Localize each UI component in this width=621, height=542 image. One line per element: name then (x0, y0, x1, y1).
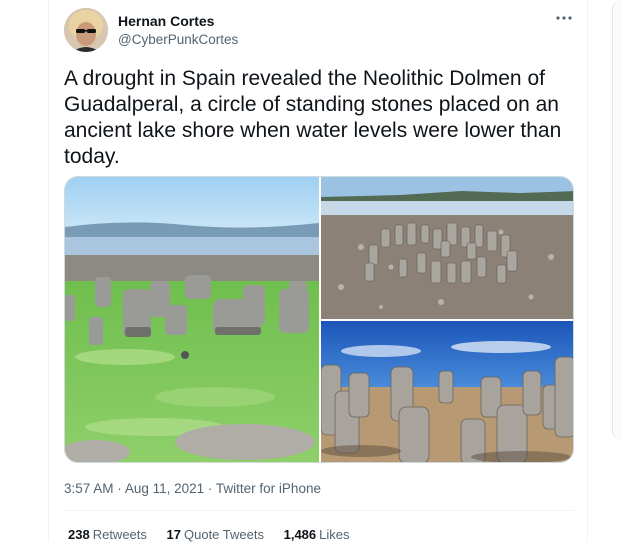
likes-count: 1,486 (283, 527, 317, 542)
quote-tweets-count: 17 (166, 527, 181, 542)
media-photo-stone-circle-aerial[interactable] (321, 177, 573, 319)
more-options-button[interactable] (554, 8, 574, 28)
timeline-right-border (587, 0, 588, 542)
meta-separator: · (207, 481, 213, 496)
media-photo-stones-closeup[interactable] (321, 321, 573, 462)
likes-stat[interactable]: 1,486 Likes (284, 527, 350, 542)
more-horizontal-icon (556, 16, 572, 20)
retweets-count: 238 (68, 527, 90, 542)
avatar[interactable] (64, 8, 108, 52)
tweet-page: Hernan Cortes @CyberPunkCortes A drought… (0, 0, 621, 542)
tweet-metadata: 3:57 AM · Aug 11, 2021 · Twitter for iPh… (64, 481, 321, 496)
tweet-header: Hernan Cortes @CyberPunkCortes (64, 8, 574, 52)
meta-separator: · (117, 481, 122, 496)
media-photo-lake-stones[interactable] (65, 177, 319, 462)
likes-label: Likes (319, 527, 350, 542)
sidebar-card-edge (612, 0, 621, 440)
tweet-time[interactable]: 3:57 AM (64, 481, 114, 496)
divider (64, 510, 574, 511)
author-name[interactable]: Hernan Cortes (118, 13, 214, 29)
tweet-text: A drought in Spain revealed the Neolithi… (64, 67, 562, 168)
author-handle[interactable]: @CyberPunkCortes (118, 32, 238, 47)
tweet-date[interactable]: Aug 11, 2021 (125, 481, 204, 496)
quote-tweets-label: Quote Tweets (184, 527, 264, 542)
retweets-label: Retweets (92, 527, 147, 542)
timeline-left-border (48, 0, 49, 542)
quote-tweets-stat[interactable]: 17 Quote Tweets (167, 527, 264, 542)
tweet-stats: 238 Retweets 17 Quote Tweets 1,486 Likes (68, 527, 366, 542)
retweets-stat[interactable]: 238 Retweets (68, 527, 147, 542)
tweet-source[interactable]: Twitter for iPhone (216, 481, 321, 496)
tweet-media-grid (64, 176, 574, 463)
